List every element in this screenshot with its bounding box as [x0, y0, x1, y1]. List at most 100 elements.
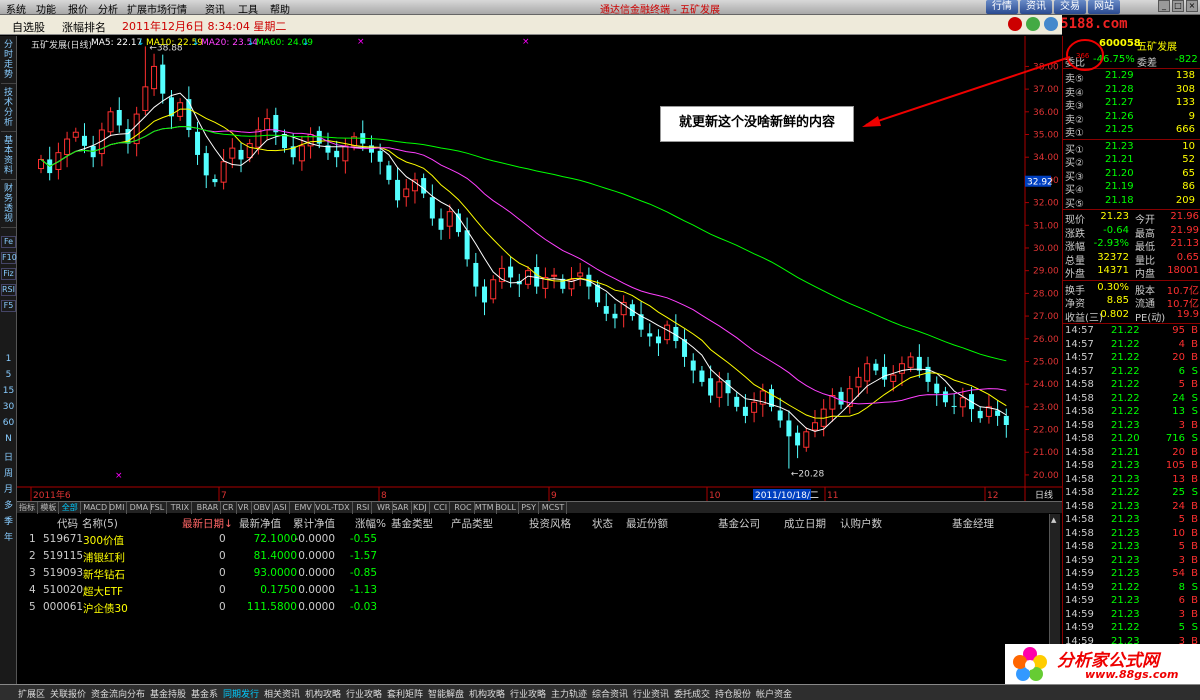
- grid-column-header[interactable]: 状态: [592, 516, 613, 531]
- watchlist-button[interactable]: 自选股: [12, 19, 45, 35]
- menu-item[interactable]: 帮助: [270, 1, 290, 16]
- top-tab[interactable]: 网站: [1088, 0, 1120, 14]
- grid-column-header[interactable]: 最新净值: [239, 516, 281, 531]
- sidebar-icon[interactable]: F5: [1, 300, 16, 312]
- indicator-tab[interactable]: RSI: [354, 502, 373, 514]
- table-row[interactable]: 3 519093 新华钻石 0 93.0000 0.0000 -0.85: [17, 565, 1057, 582]
- period-button[interactable]: 30: [1, 402, 16, 412]
- sidebar-icon[interactable]: RSI: [1, 284, 16, 296]
- top-tab[interactable]: 资讯: [1020, 0, 1052, 14]
- indicator-tab[interactable]: VOL-TDX: [313, 502, 353, 514]
- bottom-tab[interactable]: 基金持股: [150, 687, 186, 700]
- bottom-tab[interactable]: 机构攻略: [469, 687, 505, 700]
- bottom-tab[interactable]: 持仓股份: [715, 687, 751, 700]
- grid-column-header[interactable]: 最新日期↓: [182, 516, 233, 531]
- indicator-tab[interactable]: MCST: [540, 502, 568, 514]
- indicator-tab[interactable]: ASI: [272, 502, 290, 514]
- bottom-tab[interactable]: 套利矩阵: [387, 687, 423, 700]
- sidebar-icon[interactable]: F10: [1, 252, 17, 264]
- top-tab[interactable]: 行情: [986, 0, 1018, 14]
- sidebar-vtab[interactable]: 财务透视: [1, 184, 16, 228]
- indicator-tab[interactable]: TRIX: [169, 502, 193, 514]
- period-button[interactable]: 季: [1, 514, 16, 527]
- sidebar-icon[interactable]: Fe: [1, 236, 16, 248]
- grid-column-header[interactable]: 基金经理: [952, 516, 994, 531]
- candlestick-chart[interactable]: 38.0037.0036.0035.0034.0033.0032.0031.00…: [17, 36, 1062, 501]
- period-button[interactable]: N: [1, 434, 16, 444]
- indicator-tab[interactable]: BOLL: [493, 502, 519, 514]
- bottom-tab[interactable]: 机构攻略: [305, 687, 341, 700]
- period-button[interactable]: 年: [1, 530, 16, 543]
- minimize-button[interactable]: _: [1158, 0, 1170, 12]
- indicator-tab[interactable]: 模板: [38, 502, 60, 514]
- period-button[interactable]: 60: [1, 418, 16, 428]
- table-row[interactable]: 5 000061 沪企债30 0 111.5800 0.0000 -0.03: [17, 599, 1057, 616]
- scroll-up-icon[interactable]: ▲: [1051, 516, 1059, 524]
- indicator-tab[interactable]: OBV: [251, 502, 274, 514]
- indicator-tab[interactable]: KDJ: [411, 502, 430, 514]
- grid-column-header[interactable]: 累计净值: [293, 516, 335, 531]
- period-button[interactable]: 多: [1, 498, 16, 511]
- indicator-tab[interactable]: FSL: [148, 502, 168, 514]
- menu-item[interactable]: 工具: [238, 1, 258, 16]
- grid-column-header[interactable]: 基金类型: [391, 516, 433, 531]
- table-row[interactable]: 1 519671 300价值 0 72.1000 -0.0000 -0.55: [17, 531, 1057, 548]
- sidebar-icon[interactable]: Fiz: [1, 268, 16, 280]
- table-row[interactable]: 4 510020 超大ETF 0 0.1750 0.0000 -1.13: [17, 582, 1057, 599]
- bottom-tab[interactable]: 相关资讯: [264, 687, 300, 700]
- settings-icon[interactable]: [1044, 17, 1058, 31]
- bottom-tab[interactable]: 关联报价: [50, 687, 86, 700]
- indicator-tab[interactable]: SAR: [390, 502, 412, 514]
- grid-column-header[interactable]: 名称(5): [82, 516, 118, 531]
- period-button[interactable]: 日: [1, 450, 16, 463]
- grid-column-header[interactable]: 基金公司: [718, 516, 760, 531]
- menu-item[interactable]: 分析: [98, 1, 118, 16]
- period-button[interactable]: 1: [1, 354, 16, 364]
- menu-item[interactable]: 功能: [36, 1, 56, 16]
- maximize-button[interactable]: □: [1172, 0, 1184, 12]
- menu-item[interactable]: 系统: [6, 1, 26, 16]
- indicator-tab[interactable]: DMI: [107, 502, 128, 514]
- indicator-tab[interactable]: 全部: [60, 502, 81, 514]
- grid-column-header[interactable]: 成立日期: [784, 516, 826, 531]
- bottom-tab[interactable]: 行业攻略: [346, 687, 382, 700]
- indicator-tab[interactable]: ROC: [452, 502, 475, 514]
- indicator-tab[interactable]: BRAR: [195, 502, 222, 514]
- grid-column-header[interactable]: 产品类型: [451, 516, 493, 531]
- menu-item[interactable]: 资讯: [205, 1, 225, 16]
- bottom-tab[interactable]: 行业资讯: [633, 687, 669, 700]
- bottom-tab[interactable]: 委托成交: [674, 687, 710, 700]
- grid-column-header[interactable]: 最近份额: [626, 516, 668, 531]
- grid-column-header[interactable]: 代码: [57, 516, 78, 531]
- period-button[interactable]: 5: [1, 370, 16, 380]
- sidebar-vtab[interactable]: 分时走势: [1, 40, 16, 84]
- bottom-tab[interactable]: 帐户资金: [756, 687, 792, 700]
- table-row[interactable]: 2 519115 浦银红利 0 81.4000 0.0000 -1.57: [17, 548, 1057, 565]
- bottom-tab[interactable]: 资金流向分布: [91, 687, 145, 700]
- top-tab[interactable]: 交易: [1054, 0, 1086, 14]
- indicator-tab[interactable]: PSY: [519, 502, 539, 514]
- menu-item[interactable]: 扩展市场行情: [127, 1, 187, 16]
- period-button[interactable]: 周: [1, 466, 16, 479]
- bottom-tab[interactable]: 主力轨迹: [551, 687, 587, 700]
- indicator-tab[interactable]: CCI: [432, 502, 451, 514]
- grid-column-header[interactable]: 投资风格: [529, 516, 571, 531]
- grid-column-header[interactable]: 认购户数: [840, 516, 882, 531]
- sidebar-vtab[interactable]: 技术分析: [1, 88, 16, 132]
- bottom-tab[interactable]: 智能解盘: [428, 687, 464, 700]
- indicator-tab[interactable]: EMV: [292, 502, 315, 514]
- sidebar-vtab[interactable]: 基本资料: [1, 136, 16, 180]
- indicator-tab[interactable]: VR: [236, 502, 252, 514]
- grid-column-header[interactable]: 涨幅%: [355, 516, 386, 531]
- bottom-tab[interactable]: 同期发行: [223, 687, 259, 700]
- bottom-tab[interactable]: 行业攻略: [510, 687, 546, 700]
- bottom-tab[interactable]: 扩展区: [18, 687, 45, 700]
- bottom-tab[interactable]: 综合资讯: [592, 687, 628, 700]
- indicator-tab[interactable]: CR: [220, 502, 237, 514]
- bottom-tab[interactable]: 基金系: [191, 687, 218, 700]
- close-button[interactable]: ×: [1186, 0, 1198, 12]
- help-icon[interactable]: [1008, 17, 1022, 31]
- period-button[interactable]: 月: [1, 482, 16, 495]
- indicator-tab[interactable]: 指标: [17, 502, 38, 514]
- menu-item[interactable]: 报价: [68, 1, 88, 16]
